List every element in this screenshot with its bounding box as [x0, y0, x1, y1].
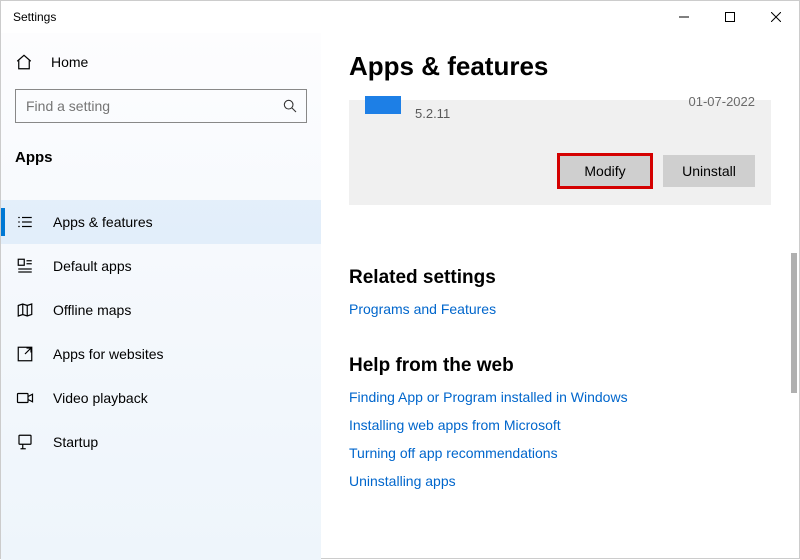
page-title: Apps & features [349, 51, 771, 82]
sidebar-item-startup[interactable]: Startup [1, 420, 321, 464]
window-controls [661, 1, 799, 33]
sidebar-item-label: Offline maps [53, 302, 131, 318]
uninstall-button[interactable]: Uninstall [663, 155, 755, 187]
content-pane: Apps & features 5.2.11 01-07-2022 Modify… [321, 33, 799, 560]
search-icon [282, 98, 298, 114]
minimize-icon [679, 12, 689, 22]
sidebar: Home Apps Apps & features [1, 33, 321, 560]
sidebar-item-label: Video playback [53, 390, 148, 406]
sidebar-item-label: Apps & features [53, 214, 153, 230]
link-uninstalling-apps[interactable]: Uninstalling apps [349, 473, 771, 489]
help-heading: Help from the web [349, 355, 771, 377]
window-title: Settings [13, 10, 56, 24]
maximize-icon [725, 12, 735, 22]
close-button[interactable] [753, 1, 799, 33]
title-bar: Settings [1, 1, 799, 33]
sidebar-item-default-apps[interactable]: Default apps [1, 244, 321, 288]
search-field[interactable] [26, 98, 272, 114]
sidebar-item-label: Startup [53, 434, 98, 450]
link-programs-and-features[interactable]: Programs and Features [349, 301, 771, 317]
sidebar-item-apps-for-websites[interactable]: Apps for websites [1, 332, 321, 376]
app-version: 5.2.11 [415, 100, 450, 121]
search-input[interactable] [15, 89, 307, 123]
open-external-icon [15, 345, 35, 363]
sidebar-item-video-playback[interactable]: Video playback [1, 376, 321, 420]
sidebar-nav: Apps & features Default apps Offline map… [1, 200, 321, 464]
minimize-button[interactable] [661, 1, 707, 33]
close-icon [771, 12, 781, 22]
list-icon [15, 213, 35, 231]
sidebar-section-title: Apps [1, 131, 321, 176]
modify-button[interactable]: Modify [559, 155, 651, 187]
sidebar-item-label: Default apps [53, 258, 132, 274]
sidebar-item-apps-features[interactable]: Apps & features [1, 200, 321, 244]
link-finding-app[interactable]: Finding App or Program installed in Wind… [349, 389, 771, 405]
default-apps-icon [15, 257, 35, 275]
link-installing-web-apps[interactable]: Installing web apps from Microsoft [349, 417, 771, 433]
sidebar-item-label: Apps for websites [53, 346, 164, 362]
related-settings-heading: Related settings [349, 267, 771, 289]
maximize-button[interactable] [707, 1, 753, 33]
scrollbar-thumb[interactable] [791, 253, 797, 393]
link-turning-off-recommendations[interactable]: Turning off app recommendations [349, 445, 771, 461]
app-entry[interactable]: 5.2.11 01-07-2022 Modify Uninstall [349, 100, 771, 205]
home-label: Home [51, 54, 88, 70]
home-button[interactable]: Home [1, 43, 321, 81]
home-icon [15, 53, 35, 71]
map-icon [15, 301, 35, 319]
app-icon [365, 96, 401, 114]
app-install-date: 01-07-2022 [689, 94, 756, 109]
video-icon [15, 389, 35, 407]
startup-icon [15, 433, 35, 451]
sidebar-item-offline-maps[interactable]: Offline maps [1, 288, 321, 332]
